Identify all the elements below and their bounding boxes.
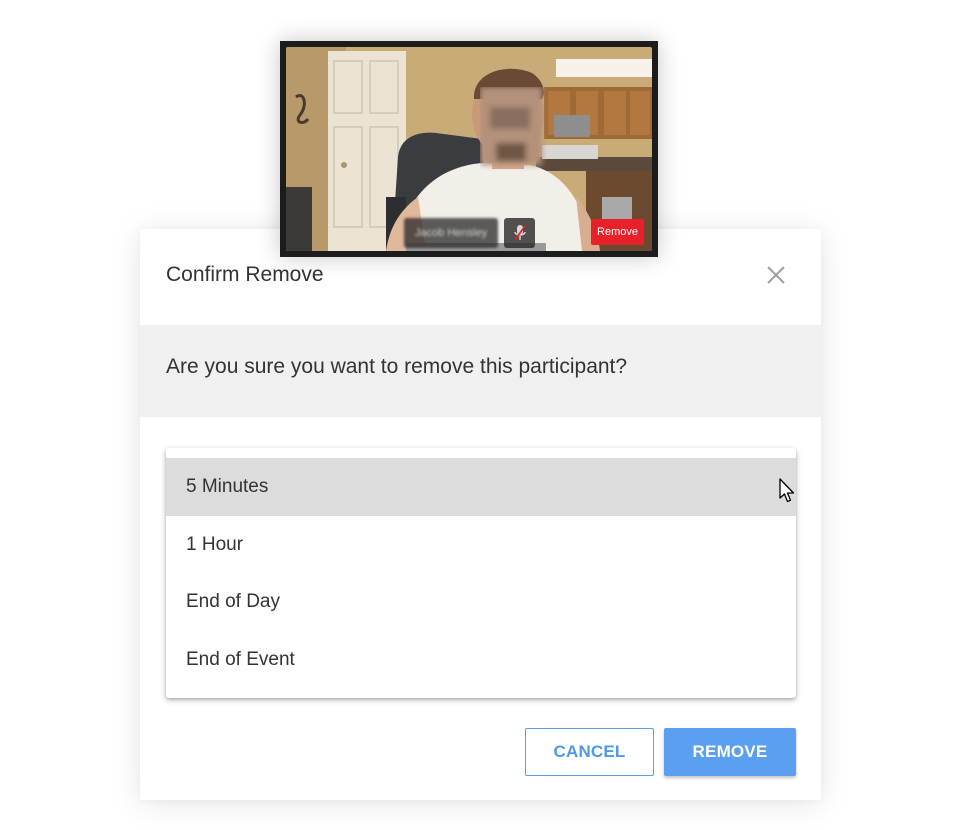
close-icon (767, 266, 785, 284)
dialog-message-band: Are you sure you want to remove this par… (140, 325, 821, 417)
participant-name-label: Jacob Hensley (404, 218, 498, 248)
option-label: 1 Hour (186, 533, 244, 555)
mouse-pointer-icon (779, 478, 795, 503)
option-end-of-day[interactable]: End of Day (166, 573, 796, 631)
mic-muted-icon (513, 225, 526, 241)
remove-duration-dropdown[interactable]: 5 Minutes 1 Hour End of Day End of Event (166, 448, 796, 698)
option-1-hour[interactable]: 1 Hour (166, 516, 796, 574)
option-label: 5 Minutes (186, 476, 269, 497)
cancel-button[interactable]: CANCEL (525, 728, 654, 776)
confirm-remove-dialog: Confirm Remove Are you sure you want to … (140, 229, 821, 800)
option-end-of-event[interactable]: End of Event (166, 631, 796, 689)
option-label: End of Event (186, 648, 295, 670)
dialog-title: Confirm Remove (166, 263, 324, 286)
tile-remove-button[interactable]: Remove (591, 219, 644, 245)
participant-video-tile: Jacob Hensley Remove (280, 41, 658, 257)
option-5-minutes[interactable]: 5 Minutes (166, 458, 796, 516)
option-label: End of Day (186, 591, 280, 612)
remove-button[interactable]: REMOVE (664, 728, 796, 776)
video-feed: Jacob Hensley Remove (286, 47, 652, 251)
close-button[interactable] (760, 259, 792, 291)
dialog-message: Are you sure you want to remove this par… (166, 355, 628, 378)
mic-toggle-button[interactable] (504, 218, 535, 248)
